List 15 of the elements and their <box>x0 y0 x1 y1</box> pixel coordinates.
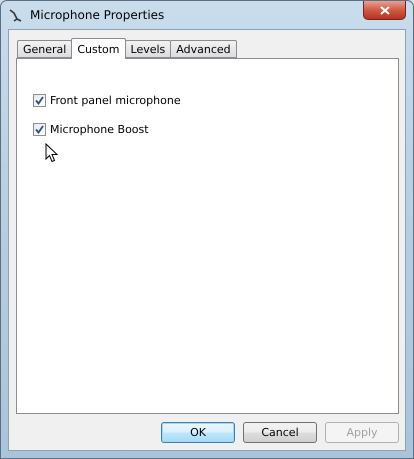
checkbox-label: Front panel microphone <box>50 94 181 107</box>
checkbox-label: Microphone Boost <box>50 123 149 136</box>
close-button[interactable] <box>363 1 406 20</box>
tab[interactable]: Advanced <box>170 40 237 58</box>
microphone-icon <box>8 7 24 23</box>
window-title: Microphone Properties <box>30 8 164 22</box>
close-icon <box>380 6 390 14</box>
tab[interactable]: Custom <box>71 38 126 59</box>
checkbox[interactable] <box>33 94 46 107</box>
dialog-button[interactable]: OK <box>161 422 235 443</box>
dialog-button[interactable]: Cancel <box>243 422 317 443</box>
tab[interactable]: Levels <box>124 40 172 58</box>
mouse-pointer-icon <box>45 143 58 163</box>
tab[interactable]: General <box>17 40 72 58</box>
checkbox[interactable] <box>33 123 46 136</box>
